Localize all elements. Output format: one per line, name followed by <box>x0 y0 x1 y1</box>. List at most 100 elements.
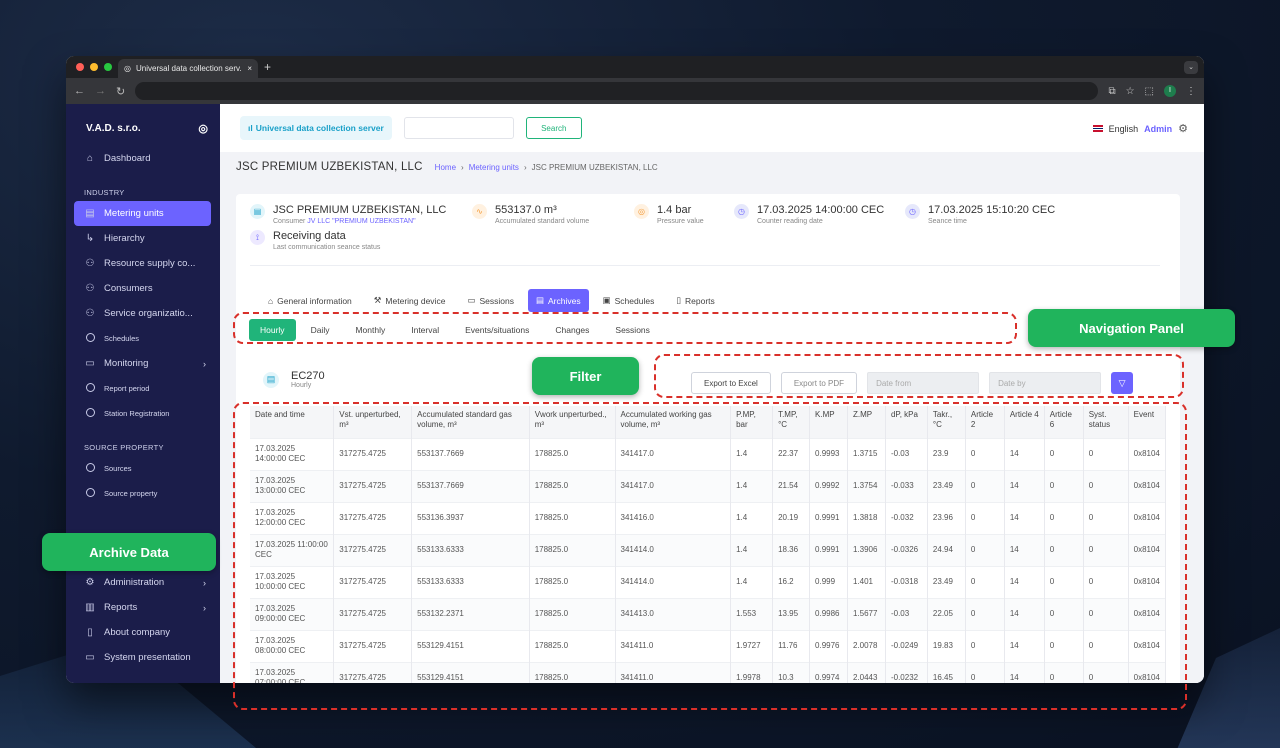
sidebar-item-about-company[interactable]: ▯ About company <box>66 620 220 645</box>
address-bar[interactable] <box>135 82 1099 100</box>
sidebar-item-source-property[interactable]: Source property <box>66 481 220 506</box>
new-tab-button[interactable]: + <box>264 60 271 74</box>
table-row[interactable]: 17.03.2025 09:00:00 CEC 317275.4725 553132… <box>250 597 1167 630</box>
sidebar-item-station-registration[interactable]: Station Registration <box>66 401 220 426</box>
table-row[interactable]: 17.03.2025 10:00:00 CEC 317275.4725 553133… <box>250 565 1167 598</box>
browser-menu-icon[interactable]: ⋮ <box>1186 86 1196 97</box>
sidebar-item-dashboard[interactable]: ⌂ Dashboard <box>66 146 220 171</box>
extensions-icon[interactable]: ⬚ <box>1145 86 1154 97</box>
consumer-link[interactable]: JV LLC "PREMIUM UZBEKISTAN" <box>307 218 415 225</box>
topbar: ıl Universal data collection server Sear… <box>220 104 1204 152</box>
subtab-events-situations[interactable]: Events/situations <box>454 319 540 341</box>
breadcrumb-home[interactable]: Home <box>435 163 456 172</box>
column-header[interactable]: Article 2 <box>965 406 1005 438</box>
column-header[interactable]: Accumulated standard gas volume, m³ <box>411 406 530 438</box>
sidebar-item-monitoring[interactable]: ▭ Monitoring › <box>66 351 220 376</box>
app-logo[interactable]: ıl Universal data collection server <box>240 116 392 140</box>
search-input[interactable] <box>403 117 514 139</box>
sidebar-item-schedules[interactable]: Schedules <box>66 326 220 351</box>
column-header[interactable]: T.MP, °C <box>772 406 811 438</box>
column-header[interactable]: Vwork unperturbed., m³ <box>529 406 616 438</box>
table-row[interactable]: 17.03.2025 13:00:00 CEC 317275.4725 553137… <box>250 469 1167 502</box>
column-header[interactable]: Event <box>1128 406 1167 438</box>
user-name[interactable]: Admin <box>1144 124 1172 134</box>
table-cell: 14 <box>1004 533 1045 566</box>
column-header[interactable]: Date and time <box>250 406 335 438</box>
sidebar-item-resource-supply-co[interactable]: ⚇ Resource supply co... <box>66 251 220 276</box>
table-header-row: Date and time Vst. unperturbed, m³ Accumul… <box>250 406 1167 438</box>
table-cell: 317275.4725 <box>333 533 413 566</box>
table-row[interactable]: 17.03.2025 11:00:00 CEC 317275.4725 553133… <box>250 533 1167 566</box>
breadcrumb-separator-icon: › <box>461 162 464 172</box>
subtab-daily[interactable]: Daily <box>300 319 341 341</box>
table-cell: 17.03.2025 11:00:00 CEC <box>250 533 335 566</box>
table-row[interactable]: 17.03.2025 07:00:00 CEC 317275.4725 553129… <box>250 661 1167 683</box>
breadcrumb-metering-units[interactable]: Metering units <box>469 163 519 172</box>
tab-close-icon[interactable]: × <box>247 64 252 73</box>
browser-tab[interactable]: ◎ Universal data collection serv... × <box>118 59 258 78</box>
gear-icon[interactable]: ⚙ <box>1178 122 1188 135</box>
date-from-input[interactable]: Date from <box>867 372 980 394</box>
column-header[interactable]: K.MP <box>809 406 848 438</box>
subtab-monthly[interactable]: Monthly <box>344 319 396 341</box>
sidebar-item-label: Station Registration <box>104 409 170 418</box>
language-select[interactable]: English <box>1109 124 1139 134</box>
minimize-window-dot[interactable] <box>90 63 98 71</box>
table-row[interactable]: 17.03.2025 08:00:00 CEC 317275.4725 553129… <box>250 629 1167 662</box>
column-header[interactable]: P.MP, bar <box>730 406 774 438</box>
sidebar-item-sources[interactable]: Sources <box>66 456 220 481</box>
close-window-dot[interactable] <box>76 63 84 71</box>
search-button[interactable]: Search <box>525 117 582 139</box>
translate-icon[interactable]: ⧉ <box>1108 86 1115 97</box>
column-header[interactable]: Vst. unperturbed, m³ <box>333 406 413 438</box>
sidebar-item-consumers[interactable]: ⚇ Consumers <box>66 276 220 301</box>
sidebar-item-administration[interactable]: ⚙ Administration › <box>66 570 220 595</box>
table-row[interactable]: 17.03.2025 14:00:00 CEC 317275.4725 553137… <box>250 437 1167 470</box>
tab-archives[interactable]: ▤ Archives <box>527 289 589 312</box>
tab-sessions[interactable]: ▭ Sessions <box>459 289 522 312</box>
info-status: Receiving data <box>273 230 346 242</box>
sidebar-item-service-organizatio[interactable]: ⚇ Service organizatio... <box>66 301 220 326</box>
table-cell: 178825.0 <box>529 437 616 470</box>
table-cell: 13.95 <box>772 597 811 630</box>
date-by-input[interactable]: Date by <box>989 372 1102 394</box>
back-arrow-icon[interactable]: ← <box>74 85 85 97</box>
column-header[interactable]: dP, kPa <box>885 406 928 438</box>
subtab-interval[interactable]: Interval <box>400 319 450 341</box>
tab-schedules[interactable]: ▣ Schedules <box>595 289 663 312</box>
table-row[interactable]: 17.03.2025 12:00:00 CEC 317275.4725 553136… <box>250 501 1167 534</box>
consumer-prefix: Consumer <box>273 218 306 225</box>
bookmark-star-icon[interactable]: ☆ <box>1126 86 1135 97</box>
table-cell: 1.9727 <box>730 629 774 662</box>
sidebar-item-system-presentation[interactable]: ▭ System presentation <box>66 645 220 670</box>
subtab-hourly[interactable]: Hourly <box>249 319 296 341</box>
table-cell: 17.03.2025 12:00:00 CEC <box>250 501 335 534</box>
column-header[interactable]: Accumulated working gas volume, m³ <box>615 406 732 438</box>
export-excel-button[interactable]: Export to Excel <box>691 372 771 394</box>
tab-metering-device[interactable]: ⚒ Metering device <box>366 289 454 312</box>
subtab-changes[interactable]: Changes <box>544 319 600 341</box>
tab-general-information[interactable]: ⌂ General information <box>260 290 360 312</box>
reload-icon[interactable]: ↻ <box>116 85 125 98</box>
column-header[interactable]: Syst. status <box>1083 406 1129 438</box>
filter-funnel-icon[interactable]: ▽ <box>1111 372 1134 394</box>
export-pdf-button[interactable]: Export to PDF <box>780 372 858 394</box>
maximize-window-dot[interactable] <box>104 63 112 71</box>
sidebar-item-label: Consumers <box>104 283 153 294</box>
subtab-sessions[interactable]: Sessions <box>604 319 661 341</box>
tab-reports[interactable]: ▯ Reports <box>668 289 722 312</box>
user-area: English Admin ⚙ <box>1092 122 1188 135</box>
sidebar-item-metering-units[interactable]: ▤ Metering units <box>74 201 211 226</box>
sidebar-item-report-period[interactable]: Report period <box>66 376 220 401</box>
column-header[interactable]: Article 4 <box>1004 406 1045 438</box>
sidebar-item-reports[interactable]: ▥ Reports › <box>66 595 220 620</box>
column-header[interactable]: Article 6 <box>1044 406 1084 438</box>
settings-circle-icon[interactable]: ◎ <box>198 122 208 135</box>
forward-arrow-icon[interactable]: → <box>95 85 106 97</box>
sidebar-item-hierarchy[interactable]: ↳ Hierarchy <box>66 226 220 251</box>
circle-icon <box>84 332 96 345</box>
column-header[interactable]: Z.MP <box>847 406 886 438</box>
tab-menu-chevron-icon[interactable]: ⌄ <box>1184 61 1198 74</box>
profile-avatar[interactable]: I <box>1164 85 1176 97</box>
column-header[interactable]: Takr., °C <box>927 406 966 438</box>
